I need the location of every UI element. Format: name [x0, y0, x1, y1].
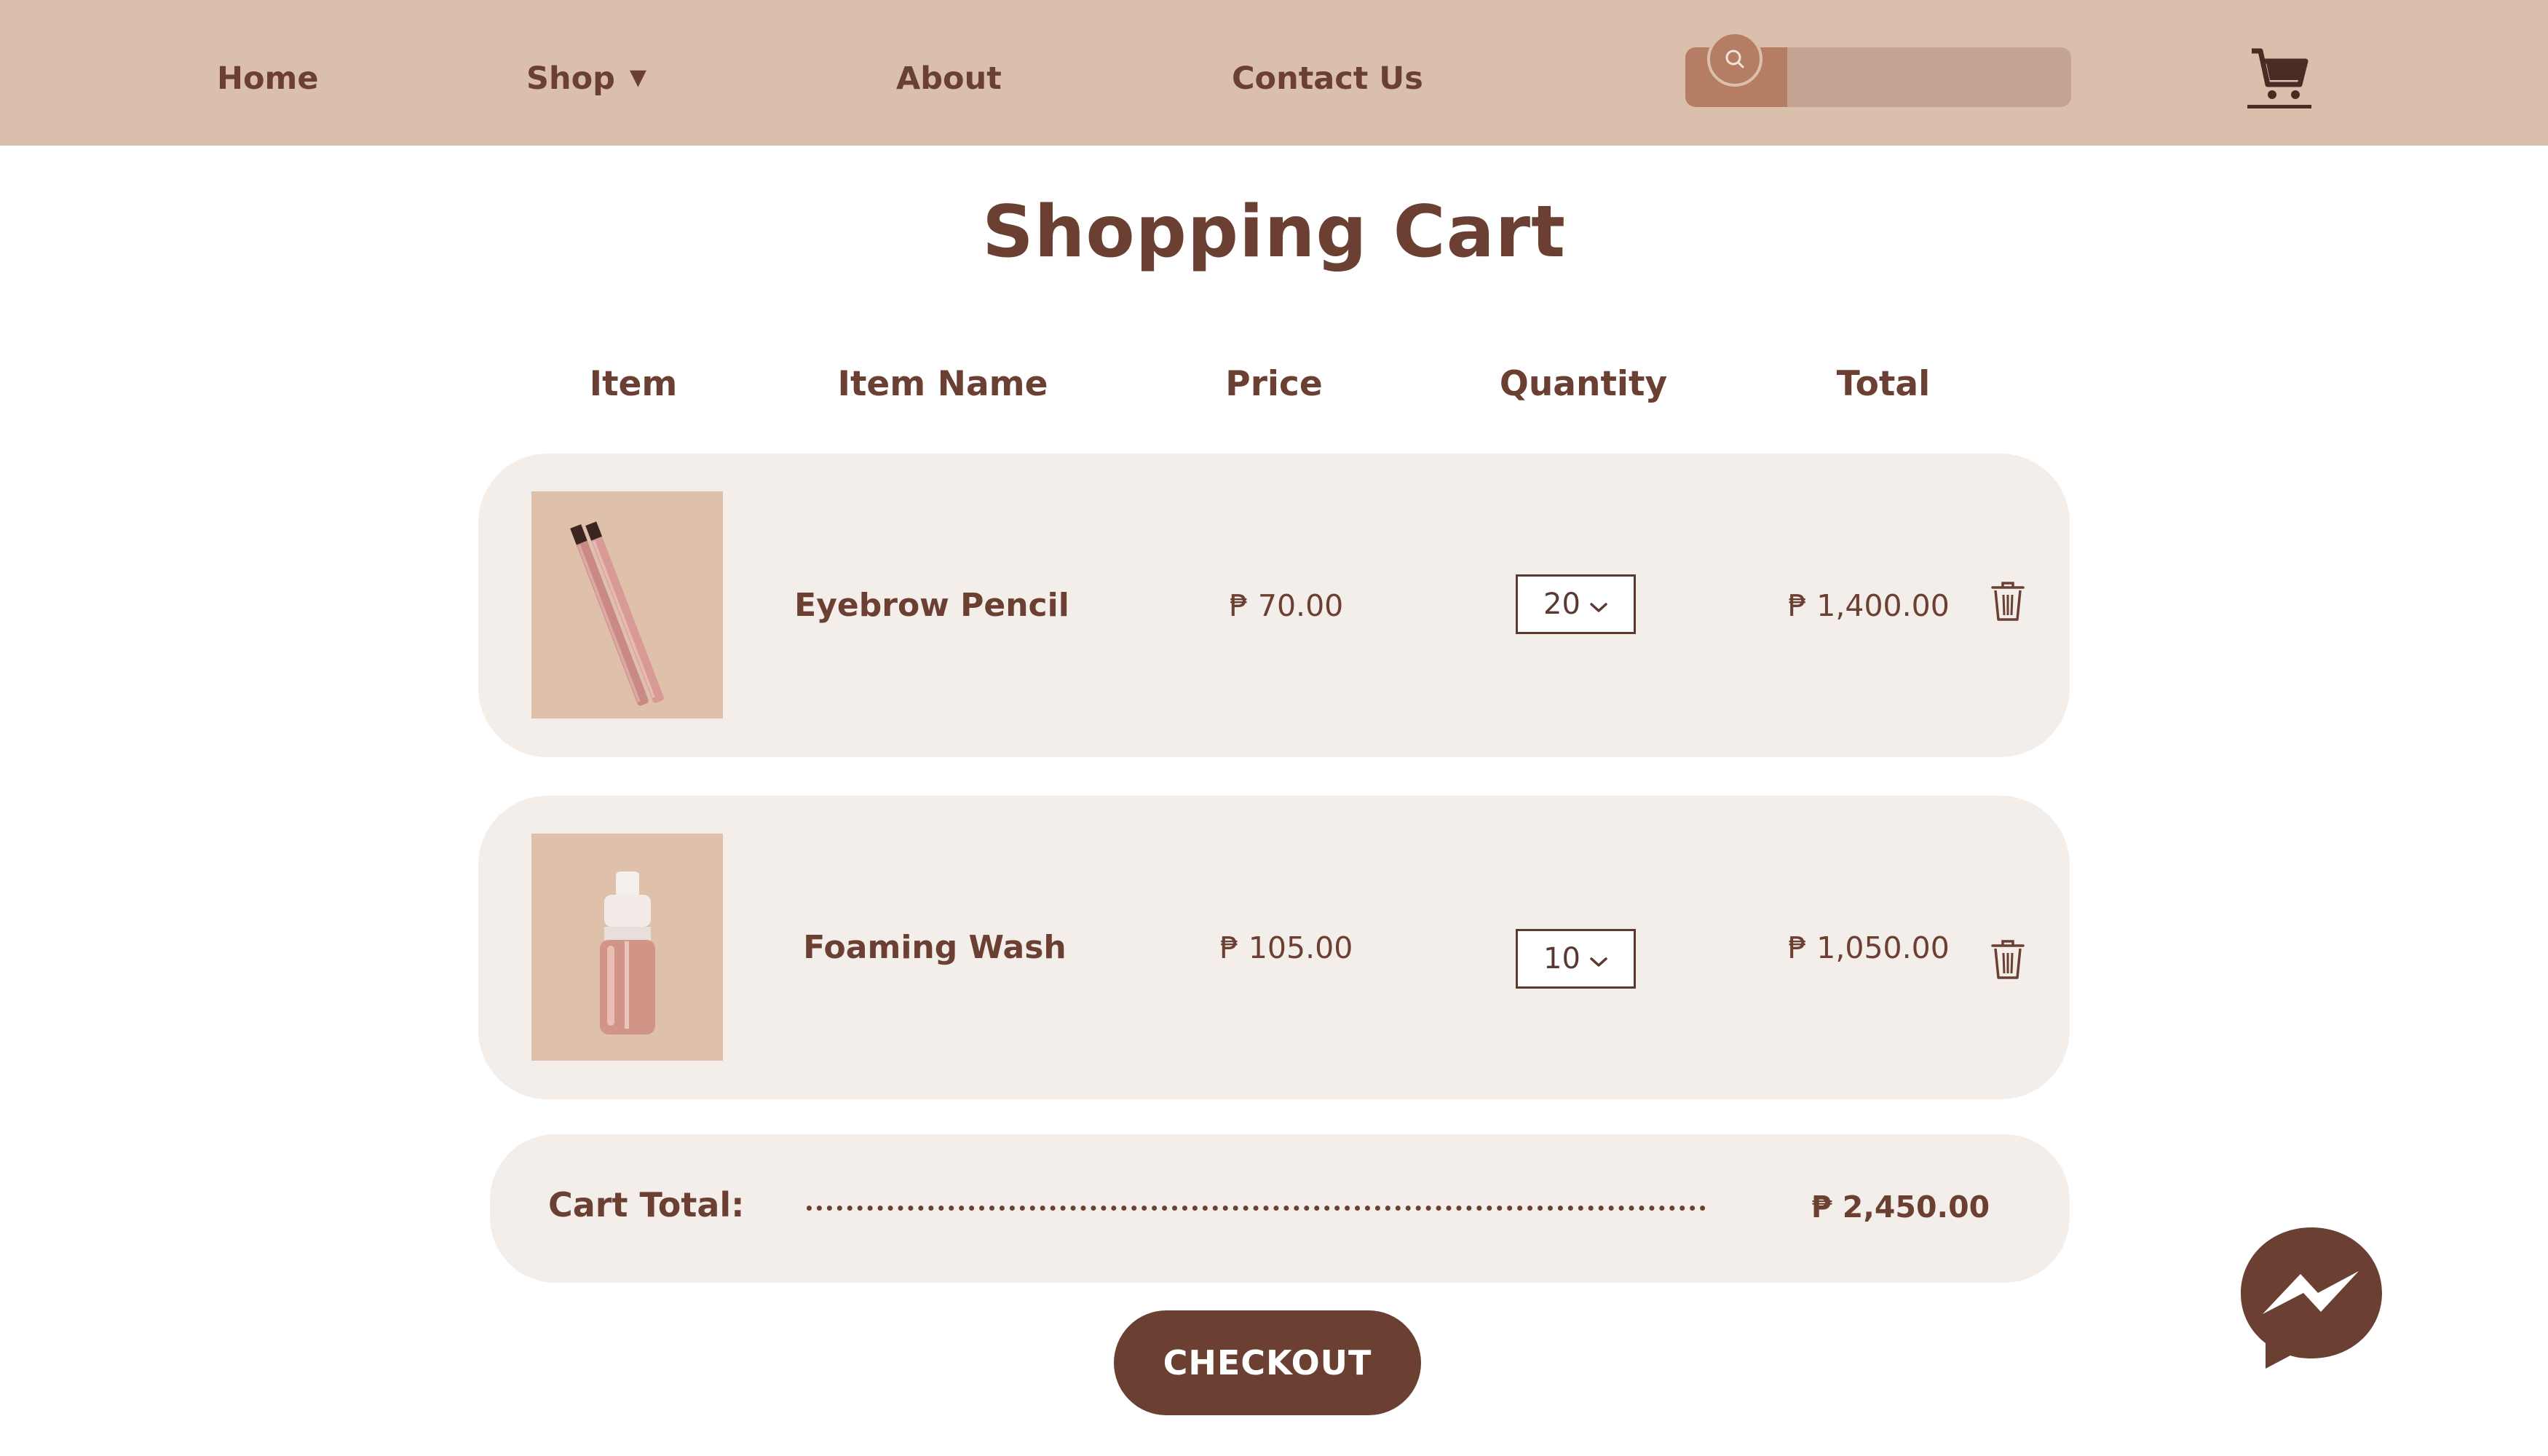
- column-header-total: Total: [1836, 364, 1931, 404]
- trash-icon: [1991, 940, 2025, 979]
- page-title: Shopping Cart: [982, 191, 1566, 274]
- cart-total-summary: Cart Total: ₱ 2,450.00: [490, 1134, 2070, 1283]
- dotted-leader: [807, 1206, 1706, 1211]
- product-image-eyebrow-pencil: [531, 491, 723, 719]
- cart-total-value: ₱ 2,450.00: [1811, 1190, 1990, 1224]
- column-header-price: Price: [1225, 364, 1323, 404]
- quantity-select[interactable]: 10: [1516, 929, 1636, 989]
- chevron-down-icon: [1589, 587, 1608, 621]
- nav-link-shop[interactable]: Shop ▼: [526, 57, 646, 103]
- quantity-value: 10: [1543, 942, 1580, 976]
- item-name: Eyebrow Pencil: [794, 587, 1069, 624]
- shopping-cart-icon: [2247, 48, 2311, 108]
- product-image-foaming-wash: [531, 834, 723, 1061]
- messenger-chat-button[interactable]: [2236, 1223, 2386, 1373]
- nav-link-shop-label: Shop: [526, 60, 615, 97]
- eyebrow-pencil-image: [570, 521, 664, 706]
- search-bar: [1685, 31, 2071, 107]
- column-header-item-name: Item Name: [837, 364, 1048, 404]
- cart-button[interactable]: [2246, 44, 2313, 113]
- messenger-icon: [2241, 1227, 2382, 1369]
- cart-item-row: Foaming Wash ₱ 105.00 10 ₱ 1,050.00: [478, 796, 2070, 1099]
- chevron-down-icon: [1589, 942, 1608, 976]
- caret-down-icon: ▼: [629, 64, 646, 90]
- quantity-value: 20: [1543, 587, 1580, 621]
- column-header-item: Item: [589, 364, 678, 404]
- trash-icon: [1991, 582, 2025, 621]
- nav-link-contact[interactable]: Contact Us: [1232, 57, 1423, 100]
- foaming-wash-bottle-image: [600, 871, 655, 1034]
- search-input[interactable]: [1787, 47, 2071, 107]
- search-button[interactable]: [1707, 31, 1762, 87]
- quantity-select[interactable]: 20: [1516, 574, 1636, 634]
- nav-link-about[interactable]: About: [896, 57, 1002, 100]
- nav-link-home[interactable]: Home: [217, 57, 319, 100]
- item-name: Foaming Wash: [803, 929, 1067, 966]
- checkout-button[interactable]: CHECKOUT: [1114, 1310, 1421, 1415]
- search-icon: [1725, 50, 1744, 68]
- cart-total-label: Cart Total:: [548, 1185, 745, 1224]
- remove-item-button[interactable]: [1990, 580, 2026, 622]
- cart-item-row: Eyebrow Pencil ₱ 70.00 20 ₱ 1,400.00: [478, 454, 2070, 757]
- top-navbar: Home Shop ▼ About Contact Us: [0, 0, 2548, 146]
- remove-item-button[interactable]: [1990, 938, 2026, 981]
- item-price: ₱ 105.00: [1219, 930, 1353, 965]
- column-header-quantity: Quantity: [1499, 364, 1668, 404]
- item-price: ₱ 70.00: [1229, 587, 1344, 623]
